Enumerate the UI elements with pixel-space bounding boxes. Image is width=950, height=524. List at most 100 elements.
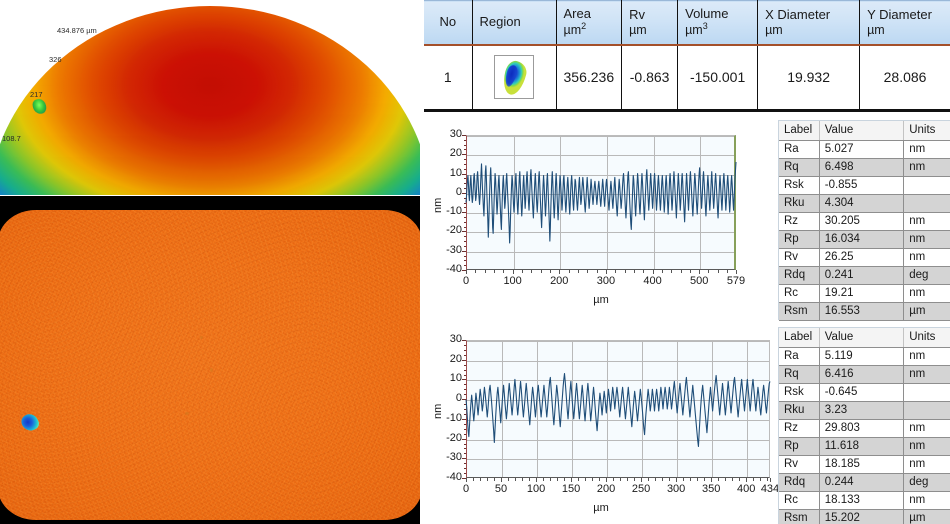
y-axis-tick-label: -20 xyxy=(428,225,462,236)
stats-row[interactable]: Rsk-0.855 xyxy=(779,176,950,194)
stats-cell-label: Rz xyxy=(779,419,819,437)
stats-cell-label: Rsm xyxy=(779,302,819,320)
stats-row[interactable]: Rku4.304 xyxy=(779,194,950,212)
col-header-volume[interactable]: Volume µm3 xyxy=(678,1,758,45)
stats-row[interactable]: Rsm15.202µm xyxy=(779,509,950,524)
stats-row[interactable]: Rz30.205nm xyxy=(779,212,950,230)
stats-cell-label: Rc xyxy=(779,284,819,302)
stats-row[interactable]: Rku3.23 xyxy=(779,401,950,419)
y-axis-minor-tick xyxy=(464,227,467,228)
stats-table-1-panel[interactable]: Label Value Units Ra5.027nmRq6.498nmRsk-… xyxy=(778,120,950,320)
stats-col-header-label[interactable]: Label xyxy=(779,328,819,347)
stats-cell-value: 19.21 xyxy=(819,284,903,302)
stats-col-header-value[interactable]: Value xyxy=(819,328,903,347)
x-axis-minor-tick xyxy=(615,270,616,273)
cell-y-diameter: 28.086 xyxy=(860,45,950,111)
y-axis-title: nm xyxy=(432,404,444,419)
col-header-rv-text: Rv xyxy=(629,7,645,22)
col-header-area[interactable]: Area µm2 xyxy=(556,1,622,45)
col-header-rv[interactable]: Rv µm xyxy=(622,1,678,45)
y-axis-minor-tick xyxy=(464,260,467,261)
stats-row[interactable]: Ra5.119nm xyxy=(779,347,950,365)
x-axis-minor-tick xyxy=(569,270,570,273)
2d-intensity-map[interactable] xyxy=(0,196,420,524)
x-axis-minor-tick xyxy=(662,270,663,273)
y-axis-tick-label: -40 xyxy=(428,264,462,275)
stats-row[interactable]: Rsk-0.645 xyxy=(779,383,950,401)
col-header-no[interactable]: No xyxy=(424,1,472,45)
y-axis-tick-mark xyxy=(462,193,466,194)
stats-cell-units: nm xyxy=(904,158,950,176)
x-axis-tick-label: 0 xyxy=(444,275,488,287)
y-axis-tick-mark xyxy=(462,360,466,361)
x-axis-minor-tick xyxy=(585,478,586,481)
y-axis-tick-label: -30 xyxy=(428,452,462,463)
x-axis-minor-tick xyxy=(683,478,684,481)
table-row[interactable]: 1 356.236 -0.863 -150.001 19.932 28.086 xyxy=(424,45,950,111)
stats-row[interactable]: Rv18.185nm xyxy=(779,455,950,473)
stats-col-header-units[interactable]: Units xyxy=(904,328,950,347)
x-axis-minor-tick xyxy=(760,478,761,481)
profile-chart-2[interactable]: -40-30-20-100102030050100150200250300350… xyxy=(428,330,774,524)
col-header-region-text: Region xyxy=(480,14,521,29)
stats-row[interactable]: Ra5.027nm xyxy=(779,140,950,158)
y-axis-minor-tick xyxy=(464,246,467,247)
y-axis-minor-tick xyxy=(464,159,467,160)
x-axis-minor-tick xyxy=(466,270,467,273)
stats-row[interactable]: Rq6.498nm xyxy=(779,158,950,176)
stats-row[interactable]: Rdq0.244deg xyxy=(779,473,950,491)
stats-cell-value: 11.618 xyxy=(819,437,903,455)
stats-row[interactable]: Rp16.034nm xyxy=(779,230,950,248)
stats-row[interactable]: Rsm16.553µm xyxy=(779,302,950,320)
stats-col-header-label[interactable]: Label xyxy=(779,121,819,140)
stats-cell-units: nm xyxy=(904,455,950,473)
stats-col-header-units[interactable]: Units xyxy=(904,121,950,140)
x-axis-minor-tick xyxy=(697,478,698,481)
stats-table-1: Label Value Units Ra5.027nmRq6.498nmRsk-… xyxy=(779,121,950,321)
col-header-x-diameter[interactable]: X Diameter µm xyxy=(758,1,860,45)
x-axis-tick-label: 400 xyxy=(631,275,675,287)
x-axis-tick-mark xyxy=(736,270,737,274)
y-axis-minor-tick xyxy=(464,164,467,165)
col-header-y-diameter[interactable]: Y Diameter µm xyxy=(860,1,950,45)
stats-cell-value: 5.119 xyxy=(819,347,903,365)
x-axis-minor-tick xyxy=(466,478,467,481)
profile-chart-1[interactable]: -40-30-20-1001020300100200300400500579nm… xyxy=(428,122,774,320)
stats-row[interactable]: Rq6.416nm xyxy=(779,365,950,383)
stats-row[interactable]: Rz29.803nm xyxy=(779,419,950,437)
col-header-rv-unit: µm xyxy=(629,23,670,38)
stats-cell-label: Rdq xyxy=(779,473,819,491)
col-header-region[interactable]: Region xyxy=(472,1,556,45)
y-axis-minor-tick xyxy=(464,429,467,430)
stats-row[interactable]: Rv26.25nm xyxy=(779,248,950,266)
stats-cell-label: Rsk xyxy=(779,383,819,401)
y-axis-minor-tick xyxy=(464,188,467,189)
y-axis-tick-label: -20 xyxy=(428,433,462,444)
stats-row[interactable]: Rdq0.241deg xyxy=(779,266,950,284)
stats-row[interactable]: Rc18.133nm xyxy=(779,491,950,509)
x-axis-minor-tick xyxy=(501,478,502,481)
y-axis-tick-label: 10 xyxy=(428,373,462,384)
stats-table-1-header-row: Label Value Units xyxy=(779,121,950,140)
stats-row[interactable]: Rp11.618nm xyxy=(779,437,950,455)
x-axis-minor-tick xyxy=(541,270,542,273)
y-axis-minor-tick xyxy=(464,241,467,242)
x-axis-minor-tick xyxy=(531,270,532,273)
stats-table-2-panel[interactable]: Label Value Units Ra5.119nmRq6.416nmRsk-… xyxy=(778,327,950,524)
stats-col-header-value[interactable]: Value xyxy=(819,121,903,140)
x-axis-minor-tick xyxy=(606,478,607,481)
stats-row[interactable]: Rc19.21nm xyxy=(779,284,950,302)
x-axis-minor-tick xyxy=(718,478,719,481)
profile-chart-1-decor xyxy=(428,122,774,320)
y-axis-tick-mark xyxy=(462,458,466,459)
x-axis-minor-tick xyxy=(522,478,523,481)
x-axis-title: µm xyxy=(428,294,774,306)
stats-cell-value: 26.25 xyxy=(819,248,903,266)
x-axis-minor-tick xyxy=(485,270,486,273)
x-axis-minor-tick xyxy=(503,270,504,273)
3d-surface-plot[interactable]: 434.876 µm 326 217 108.7 xyxy=(0,0,420,195)
stats-cell-value: 18.133 xyxy=(819,491,903,509)
cell-region-thumbnail[interactable] xyxy=(472,45,556,111)
y-axis-tick-label: 30 xyxy=(428,129,462,140)
x-axis-minor-tick xyxy=(536,478,537,481)
